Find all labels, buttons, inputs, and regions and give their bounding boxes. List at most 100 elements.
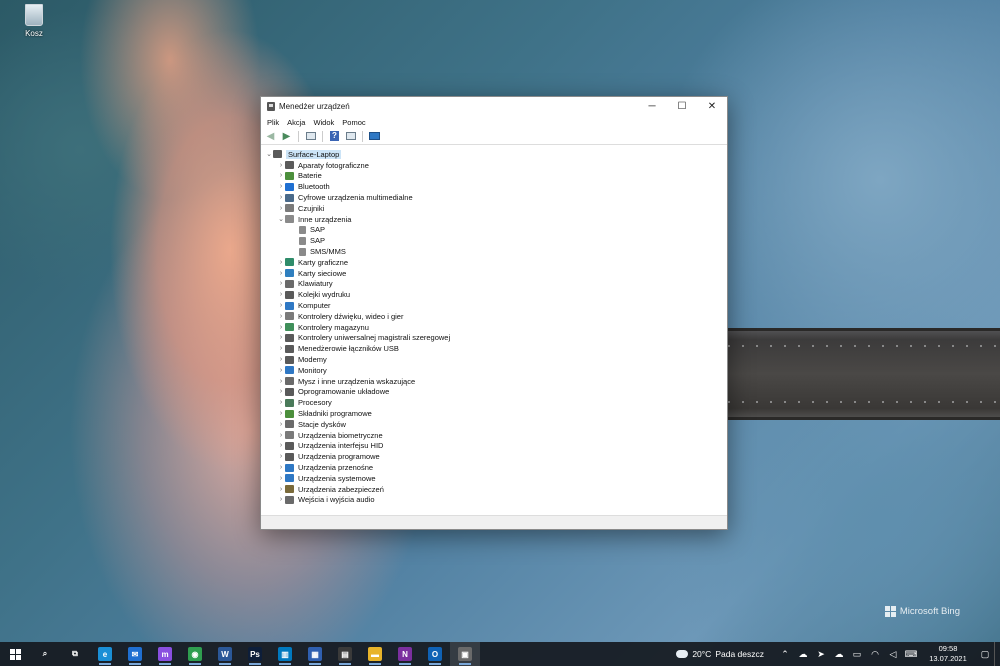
chevron-right-icon[interactable]: ›	[277, 486, 285, 493]
onenote-taskbar-button[interactable]: N	[390, 642, 420, 666]
chevron-right-icon[interactable]: ›	[277, 453, 285, 460]
tree-category[interactable]: › Urządzenia systemowe	[261, 473, 727, 484]
tree-category[interactable]: › Czujniki	[261, 203, 727, 214]
chevron-right-icon[interactable]: ›	[277, 367, 285, 374]
tree-category[interactable]: › Menedżerowie łączników USB	[261, 343, 727, 354]
minimize-button[interactable]: ─	[637, 97, 667, 116]
device-manager-taskbar-button[interactable]: ▣	[450, 642, 480, 666]
wifi-icon[interactable]: ◠	[866, 649, 884, 660]
mail-taskbar-button[interactable]: ✉	[120, 642, 150, 666]
tree-category[interactable]: › Kontrolery uniwersalnej magistrali szer…	[261, 333, 727, 344]
tree-category[interactable]: › Kolejki wydruku	[261, 289, 727, 300]
chrome-taskbar-button[interactable]: ◉	[180, 642, 210, 666]
back-arrow-icon[interactable]: ◀	[264, 130, 277, 142]
close-button[interactable]: ✕	[697, 97, 727, 116]
photoshop-taskbar-button[interactable]: Ps	[240, 642, 270, 666]
language-icon[interactable]: ⌨	[902, 649, 920, 660]
chevron-right-icon[interactable]: ›	[277, 496, 285, 503]
maximize-button[interactable]: ☐	[667, 97, 697, 116]
chevron-down-icon[interactable]: ⌄	[265, 150, 273, 158]
chevron-right-icon[interactable]: ›	[277, 421, 285, 428]
menu-pomoc[interactable]: Pomoc	[342, 118, 365, 127]
tree-category[interactable]: › Kontrolery magazynu	[261, 322, 727, 333]
menu-widok[interactable]: Widok	[313, 118, 334, 127]
tree-category[interactable]: › Mysz i inne urządzenia wskazujące	[261, 376, 727, 387]
chevron-right-icon[interactable]: ›	[277, 442, 285, 449]
chevron-right-icon[interactable]: ›	[277, 302, 285, 309]
tree-category[interactable]: › Stacje dysków	[261, 419, 727, 430]
file-explorer-taskbar-button[interactable]: ▬	[360, 642, 390, 666]
chevron-right-icon[interactable]: ›	[277, 313, 285, 320]
tree-category[interactable]: › Bluetooth	[261, 181, 727, 192]
menu-plik[interactable]: Plik	[267, 118, 279, 127]
tree-root[interactable]: ⌄ Surface-Laptop	[261, 149, 727, 160]
tree-category[interactable]: ⌄ Inne urządzenia	[261, 214, 727, 225]
calculator-taskbar-button[interactable]: ▤	[330, 642, 360, 666]
tree-device[interactable]: SMS/MMS	[261, 246, 727, 257]
chevron-down-icon[interactable]: ⌄	[277, 215, 285, 223]
tree-category[interactable]: › Baterie	[261, 171, 727, 182]
help-icon[interactable]: ?	[328, 130, 341, 142]
chevron-right-icon[interactable]: ›	[277, 324, 285, 331]
chevron-right-icon[interactable]: ›	[277, 259, 285, 266]
tree-category[interactable]: › Oprogramowanie układowe	[261, 387, 727, 398]
onedrive-icon[interactable]: ☁	[794, 649, 812, 660]
tree-category[interactable]: › Cyfrowe urządzenia multimedialne	[261, 192, 727, 203]
messenger-taskbar-button[interactable]: m	[150, 642, 180, 666]
chevron-right-icon[interactable]: ›	[277, 205, 285, 212]
outlook-taskbar-button[interactable]: O	[420, 642, 450, 666]
telegram-icon[interactable]: ➤	[812, 649, 830, 660]
monitor-icon[interactable]	[368, 130, 381, 142]
chevron-right-icon[interactable]: ›	[277, 291, 285, 298]
chevron-right-icon[interactable]: ›	[277, 410, 285, 417]
tree-device[interactable]: SAP	[261, 235, 727, 246]
chevron-right-icon[interactable]: ›	[277, 388, 285, 395]
tree-category[interactable]: › Komputer	[261, 300, 727, 311]
forward-arrow-icon[interactable]: ▶	[280, 130, 293, 142]
task-view-taskbar-button[interactable]: ⧉	[60, 642, 90, 666]
chevron-right-icon[interactable]: ›	[277, 270, 285, 277]
chevron-right-icon[interactable]: ›	[277, 194, 285, 201]
recycle-bin[interactable]: Kosz	[16, 4, 52, 38]
chevron-right-icon[interactable]: ›	[277, 464, 285, 471]
show-desktop-button[interactable]	[994, 642, 1000, 666]
tree-category[interactable]: › Monitory	[261, 365, 727, 376]
tree-category[interactable]: › Procesory	[261, 397, 727, 408]
chevron-right-icon[interactable]: ›	[277, 183, 285, 190]
chevron-up-icon[interactable]: ⌃	[776, 649, 794, 660]
view-icon[interactable]	[344, 130, 357, 142]
chevron-right-icon[interactable]: ›	[277, 399, 285, 406]
properties-icon[interactable]	[304, 130, 317, 142]
tree-device[interactable]: SAP	[261, 225, 727, 236]
chevron-right-icon[interactable]: ›	[277, 475, 285, 482]
cloud-icon[interactable]: ☁	[830, 649, 848, 660]
chevron-right-icon[interactable]: ›	[277, 280, 285, 287]
outlook-calendar-taskbar-button[interactable]: ▦	[300, 642, 330, 666]
weather-widget[interactable]: 20°C Pada deszcz	[676, 649, 764, 659]
title-bar[interactable]: Menedżer urządzeń ─ ☐ ✕	[261, 97, 727, 116]
tree-category[interactable]: › Urządzenia biometryczne	[261, 430, 727, 441]
tree-category[interactable]: › Karty graficzne	[261, 257, 727, 268]
tree-category[interactable]: › Kontrolery dźwięku, wideo i gier	[261, 311, 727, 322]
tree-category[interactable]: › Urządzenia zabezpieczeń	[261, 484, 727, 495]
tree-category[interactable]: › Składniki programowe	[261, 408, 727, 419]
chevron-right-icon[interactable]: ›	[277, 172, 285, 179]
chevron-right-icon[interactable]: ›	[277, 378, 285, 385]
chevron-right-icon[interactable]: ›	[277, 432, 285, 439]
chevron-right-icon[interactable]: ›	[277, 345, 285, 352]
edge-taskbar-button[interactable]: e	[90, 642, 120, 666]
battery-icon[interactable]: ▭	[848, 649, 866, 660]
menu-akcja[interactable]: Akcja	[287, 118, 305, 127]
trello-taskbar-button[interactable]: ▥	[270, 642, 300, 666]
volume-icon[interactable]: ◁	[884, 649, 902, 660]
start-button[interactable]	[0, 642, 30, 666]
notifications-icon[interactable]: ▢	[976, 649, 994, 660]
tree-category[interactable]: › Klawiatury	[261, 279, 727, 290]
tree-category[interactable]: › Karty sieciowe	[261, 268, 727, 279]
chevron-right-icon[interactable]: ›	[277, 334, 285, 341]
tree-category[interactable]: › Urządzenia programowe	[261, 451, 727, 462]
clock[interactable]: 09:58 13.07.2021	[924, 644, 972, 664]
tree-category[interactable]: › Urządzenia interfejsu HID	[261, 441, 727, 452]
tree-category[interactable]: › Urządzenia przenośne	[261, 462, 727, 473]
tree-category[interactable]: › Modemy	[261, 354, 727, 365]
